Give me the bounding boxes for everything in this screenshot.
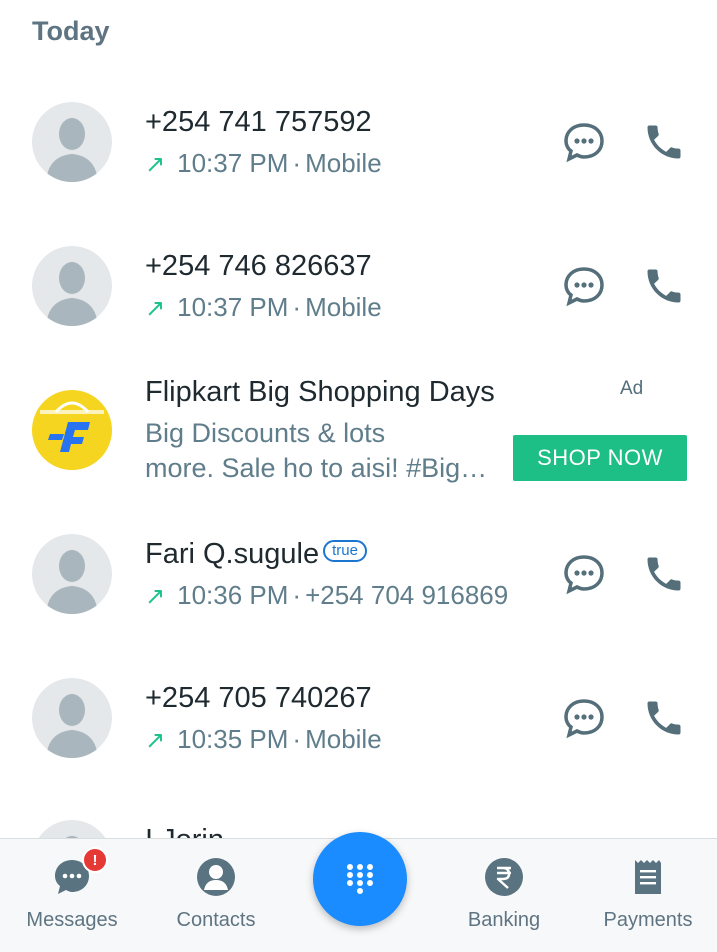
call-details: ↗ 10:36 PM · +254 704 916869 — [145, 580, 509, 610]
contacts-icon — [197, 858, 235, 896]
shopping-bag-icon — [40, 401, 104, 452]
avatar — [32, 678, 112, 758]
outgoing-arrow-icon: ↗ — [145, 151, 166, 178]
ad-description: Big Discounts & lots more. Sale ho to ai… — [145, 416, 505, 486]
message-button[interactable] — [560, 118, 608, 166]
outgoing-arrow-icon: ↗ — [145, 583, 166, 610]
avatar — [32, 102, 112, 182]
shop-now-button[interactable]: SHOP NOW — [513, 435, 687, 481]
call-button[interactable] — [640, 550, 688, 598]
contact-name: +254 746 826637 — [145, 250, 372, 282]
message-button[interactable] — [560, 550, 608, 598]
call-details: ↗ 10:35 PM · Mobile — [145, 724, 382, 754]
outgoing-arrow-icon: ↗ — [145, 727, 166, 754]
call-time: 10:37 PM — [177, 148, 289, 178]
ad-row[interactable]: Flipkart Big Shopping Days Ad Big Discou… — [0, 360, 717, 500]
ad-description-line: more. Sale ho to aisi! #BigS… — [145, 453, 505, 483]
nav-messages[interactable]: ! Messages — [2, 839, 142, 952]
phone-icon — [647, 269, 681, 303]
nav-label: Contacts — [176, 909, 256, 931]
phone-icon — [647, 557, 681, 591]
person-silhouette-icon — [46, 262, 98, 326]
nav-label: Payments — [603, 909, 693, 931]
call-button[interactable] — [640, 694, 688, 742]
ad-description-line: Big Discounts & lots — [145, 418, 386, 448]
call-row[interactable]: +254 741 757592 ↗ 10:37 PM · Mobile — [0, 72, 717, 212]
avatar — [32, 534, 112, 614]
nav-banking[interactable]: Banking — [434, 839, 574, 952]
chat-bubble-icon — [564, 267, 604, 307]
chat-bubble-icon — [564, 555, 604, 595]
avatar — [32, 246, 112, 326]
call-button[interactable] — [640, 118, 688, 166]
call-details: ↗ 10:37 PM · Mobile — [145, 148, 382, 178]
call-button[interactable] — [640, 262, 688, 310]
call-time: 10:35 PM — [177, 724, 289, 754]
call-row[interactable]: +254 746 826637 ↗ 10:37 PM · Mobile — [0, 216, 717, 356]
person-silhouette-icon — [46, 118, 98, 182]
contact-name: +254 705 740267 — [145, 682, 372, 714]
section-title-today: Today — [32, 16, 110, 46]
call-number: +254 704 916869 — [305, 580, 509, 610]
ad-label: Ad — [620, 378, 644, 399]
truecaller-badge: true — [323, 540, 367, 563]
flipkart-logo — [32, 390, 112, 470]
call-type: Mobile — [305, 292, 382, 322]
call-row[interactable]: +254 705 740267 ↗ 10:35 PM · Mobile — [0, 648, 717, 788]
nav-contacts[interactable]: Contacts — [146, 839, 286, 952]
call-time: 10:36 PM — [177, 580, 289, 610]
contact-name: +254 741 757592 — [145, 106, 372, 138]
call-details: ↗ 10:37 PM · Mobile — [145, 292, 382, 322]
message-button[interactable] — [560, 694, 608, 742]
ad-title: Flipkart Big Shopping Days — [145, 376, 495, 408]
phone-icon — [647, 125, 681, 159]
nav-label: Messages — [26, 909, 118, 931]
call-time: 10:37 PM — [177, 292, 289, 322]
dialpad-icon — [347, 864, 373, 894]
contact-name-text: Fari Q.sugule — [145, 538, 320, 570]
person-silhouette-icon — [46, 550, 98, 614]
rupee-icon — [485, 858, 523, 896]
outgoing-arrow-icon: ↗ — [145, 295, 166, 322]
person-silhouette-icon — [46, 694, 98, 758]
chat-bubble-icon — [564, 699, 604, 739]
call-type: Mobile — [305, 148, 382, 178]
contact-name: Fari Q.sugule true — [145, 538, 367, 571]
nav-label: Banking — [467, 909, 541, 931]
message-button[interactable] — [560, 262, 608, 310]
chat-bubble-icon — [564, 123, 604, 163]
call-type: Mobile — [305, 724, 382, 754]
call-row[interactable]: Fari Q.sugule true ↗ 10:36 PM · +254 704 916… — [0, 504, 717, 644]
receipt-icon — [635, 860, 661, 894]
notification-badge: ! — [82, 847, 108, 873]
nav-payments[interactable]: Payments — [578, 839, 717, 952]
phone-icon — [647, 701, 681, 735]
dialpad-button[interactable] — [313, 832, 407, 926]
